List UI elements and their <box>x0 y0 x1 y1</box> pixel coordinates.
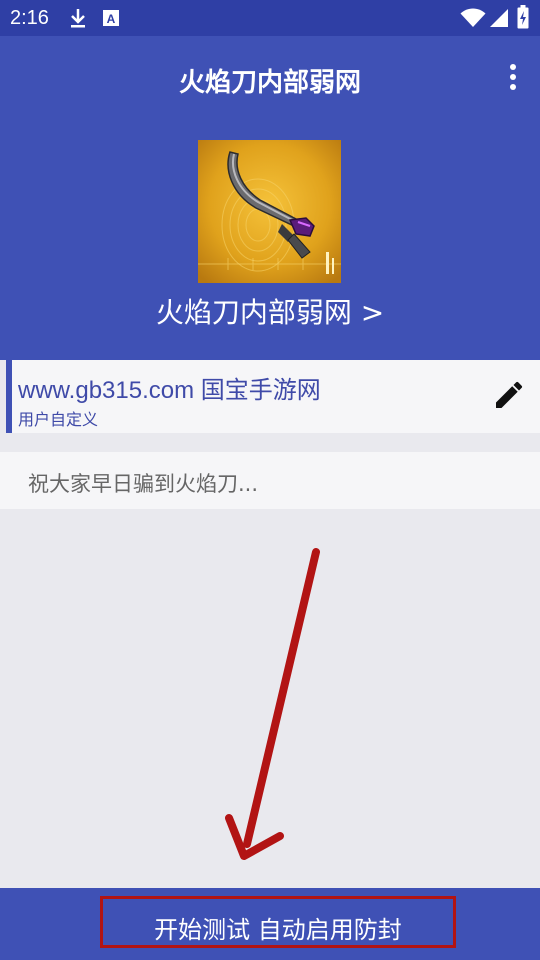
message-input-value: 祝大家早日骗到火焰刀... <box>28 472 259 496</box>
battery-charging-icon <box>517 5 529 33</box>
status-bar: 2:16 A <box>0 0 540 36</box>
more-vert-icon[interactable] <box>508 64 518 94</box>
server-card-subtitle: 用户自定义 <box>18 410 99 429</box>
download-icon <box>68 7 88 33</box>
server-card-title: www.gb315.com 国宝手游网 <box>18 377 321 404</box>
annotation-arrow <box>225 548 320 860</box>
wifi-icon <box>460 8 486 32</box>
app-header: 火焰刀内部弱网 火焰刀内部弱网 > <box>0 36 540 360</box>
card-accent-bar <box>6 360 12 433</box>
status-time: 2:16 <box>10 7 49 29</box>
start-test-button[interactable]: 开始测试 自动启用防封 <box>100 896 456 948</box>
edit-pencil-icon[interactable] <box>492 378 526 412</box>
server-card[interactable]: www.gb315.com 国宝手游网 用户自定义 <box>6 360 540 433</box>
a-badge-icon: A <box>102 9 120 31</box>
app-title: 火焰刀内部弱网 <box>178 68 361 98</box>
message-input[interactable]: 祝大家早日骗到火焰刀... <box>0 452 540 509</box>
signal-icon <box>489 8 509 32</box>
knife-weapon-image[interactable] <box>198 140 341 283</box>
bottom-action-bar: 开始测试 自动启用防封 <box>0 888 540 960</box>
svg-text:A: A <box>107 12 116 26</box>
profile-link[interactable]: 火焰刀内部弱网 > <box>0 291 540 331</box>
start-test-label: 开始测试 自动启用防封 <box>154 916 402 944</box>
